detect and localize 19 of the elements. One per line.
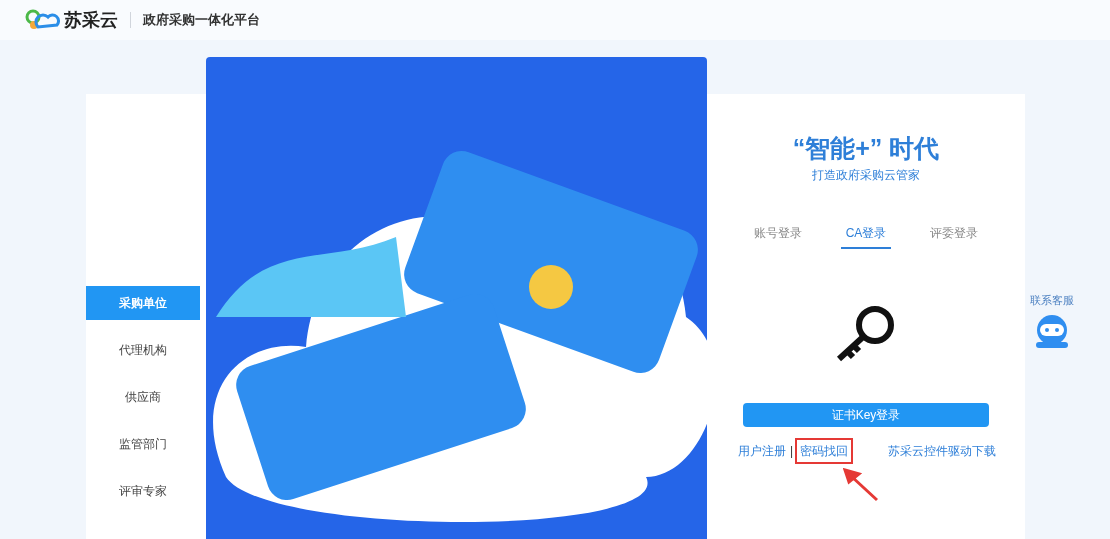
certificate-login-button[interactable]: 证书Key登录 [743, 403, 989, 427]
sidebar-item[interactable]: 供应商 [86, 380, 200, 414]
highlighted-link[interactable]: 密码找回 [795, 438, 854, 464]
link[interactable]: 用户注册 [736, 438, 788, 464]
driver-download-link[interactable]: 苏采云控件驱动下载 [888, 442, 996, 460]
headline: “智能+” 时代 [792, 133, 940, 164]
sidebar-item[interactable]: 采购单位 [86, 286, 200, 320]
sidebar-item[interactable]: 监管部门 [86, 427, 200, 461]
customer-service-label[interactable]: 联系客服 [1030, 292, 1074, 309]
logo-icon [24, 9, 60, 31]
separator: | [790, 443, 794, 460]
login-tab[interactable]: 评委登录 [925, 224, 984, 249]
sidebar-item[interactable]: 评审专家 [86, 474, 200, 508]
login-tab[interactable]: CA登录 [840, 224, 892, 249]
logo-text: 苏采云 [64, 8, 118, 32]
subtitle: 打造政府采购云管家 [812, 167, 920, 184]
sidebar-item[interactable]: 代理机构 [86, 333, 200, 367]
login-tab[interactable]: 账号登录 [748, 224, 807, 249]
platform-title: 政府采购一体化平台 [143, 11, 260, 30]
